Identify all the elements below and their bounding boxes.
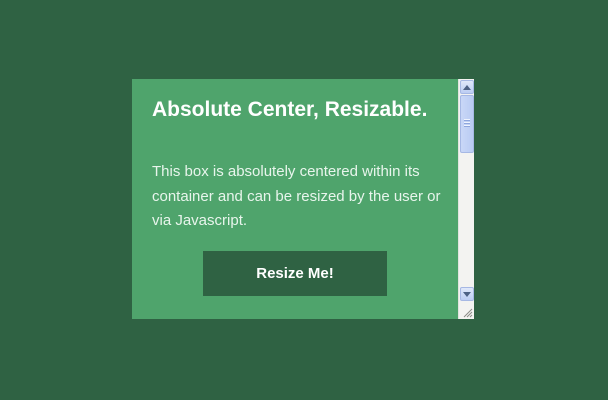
arrow-up-icon[interactable] bbox=[460, 80, 474, 94]
resize-me-button[interactable]: Resize Me! bbox=[203, 251, 387, 296]
box-description: This box is absolutely centered within i… bbox=[152, 163, 441, 229]
vertical-scrollbar[interactable] bbox=[458, 79, 474, 304]
page-background: Absolute Center, Resizable. This box is … bbox=[0, 0, 608, 400]
resize-grip-icon[interactable] bbox=[458, 304, 474, 319]
scrollbar-thumb[interactable] bbox=[460, 95, 474, 153]
grip-icon bbox=[464, 119, 470, 128]
resizable-box[interactable]: Absolute Center, Resizable. This box is … bbox=[132, 79, 474, 319]
arrow-down-icon[interactable] bbox=[460, 287, 474, 301]
box-content: Absolute Center, Resizable. This box is … bbox=[132, 79, 458, 319]
box-title: Absolute Center, Resizable. bbox=[152, 98, 428, 121]
